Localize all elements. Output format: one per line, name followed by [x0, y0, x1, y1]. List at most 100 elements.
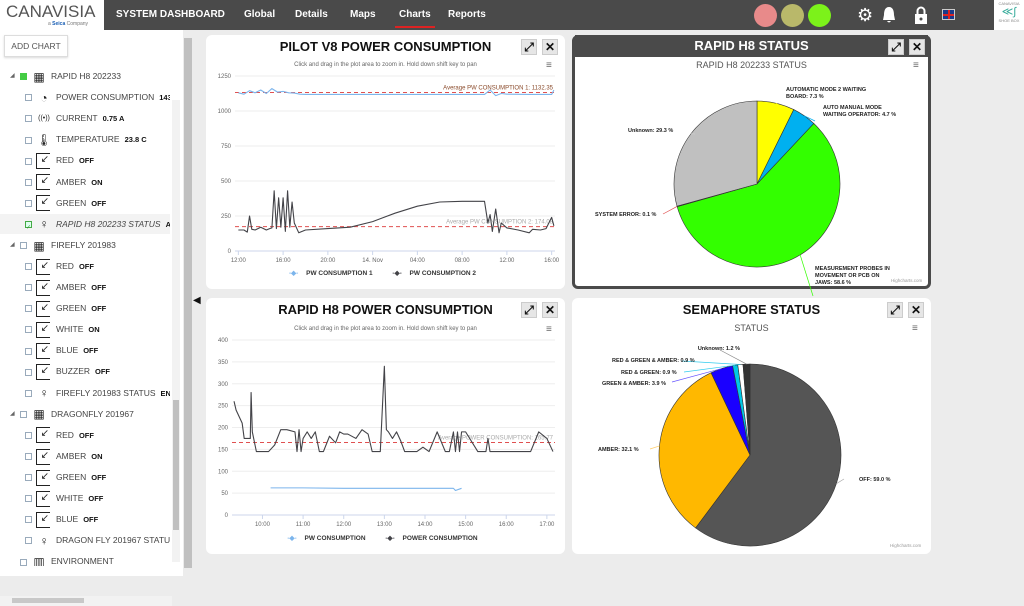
tree-checkbox[interactable]	[25, 516, 32, 523]
tree-item-label: DRAGONFLY 201967	[51, 409, 134, 419]
legend-item-pw[interactable]: -◆- PW CONSUMPTION	[287, 535, 371, 542]
tree-item-label: FIREFLY 201983 STATUS	[56, 388, 156, 398]
tree-checkbox[interactable]	[25, 537, 32, 544]
pie-connector	[663, 206, 677, 214]
tree-item-label: RED	[56, 155, 74, 165]
tree-checkbox[interactable]	[25, 179, 32, 186]
tree-item[interactable]: 🌡TEMPERATURE23.8 C	[25, 129, 147, 149]
tree-horizontal-scrollbar[interactable]	[0, 596, 172, 606]
tree-checkbox[interactable]	[25, 495, 32, 502]
sidebar-scrollbar[interactable]	[183, 30, 193, 576]
tree-scrollbar-thumb[interactable]	[173, 400, 179, 530]
tree-checkbox[interactable]	[25, 137, 32, 144]
tree-checkbox[interactable]	[25, 474, 32, 481]
semaphore-pie[interactable]: OFF: 59.0 %AMBER: 32.1 %GREEN & AMBER: 3…	[572, 298, 931, 554]
legend-item-pw2[interactable]: -◆- PW CONSUMPTION 2	[392, 270, 482, 277]
tree-item[interactable]: ◢▦FIREFLY 201983	[20, 235, 116, 255]
rapid-status-pie[interactable]: AUTOMATIC MODE 2 WAITINGBOARD: 7.3 %AUTO…	[575, 38, 928, 286]
tree-item[interactable]: ↙GREENOFF	[25, 193, 106, 213]
tree-item-value: OFF	[91, 304, 106, 313]
tree-checkbox[interactable]	[25, 348, 32, 355]
tree-item[interactable]: ↙REDOFF	[25, 425, 94, 445]
tree-checkbox[interactable]	[25, 94, 32, 101]
nav-maps[interactable]: Maps	[350, 0, 376, 30]
nav-system-dashboard[interactable]: SYSTEM DASHBOARD	[116, 0, 225, 30]
tree-item[interactable]: ↙REDOFF	[25, 150, 94, 170]
sidebar-scrollbar-thumb[interactable]	[184, 38, 192, 568]
nav-charts[interactable]: Charts	[399, 0, 431, 30]
tree-checkbox[interactable]	[20, 411, 27, 418]
tree-item[interactable]: ↙BLUEOFF	[25, 340, 98, 360]
tree-item[interactable]: ((•))CURRENT0.75 A	[25, 108, 124, 128]
series-line-pw-consumption[interactable]	[271, 488, 462, 491]
y-tick-label: 1250	[218, 74, 232, 80]
tree-item-label: WHITE	[56, 324, 83, 334]
pie-data-label: OFF: 59.0 %	[859, 477, 891, 483]
tree-checkbox[interactable]	[20, 73, 27, 80]
legend-item-power[interactable]: -◆- POWER CONSUMPTION	[385, 535, 483, 542]
tree-item[interactable]: ↙AMBERON	[25, 172, 102, 192]
tree-checkbox[interactable]	[25, 158, 32, 165]
tree-checkbox[interactable]	[25, 432, 32, 439]
bell-icon[interactable]	[880, 5, 898, 29]
tree-item[interactable]: ✓♀RAPID H8 202233 STATUSA	[0, 214, 170, 234]
tree-checkbox[interactable]	[20, 559, 27, 566]
shoebox-mark-icon: ≪∫	[994, 6, 1024, 18]
add-chart-button[interactable]: ADD CHART	[4, 35, 68, 57]
tree-item[interactable]: ↙WHITEOFF	[25, 488, 103, 508]
tree-horizontal-scrollbar-thumb[interactable]	[12, 598, 84, 603]
tree-item[interactable]: ↙GREENOFF	[25, 467, 106, 487]
tree-checkbox[interactable]	[25, 284, 32, 291]
rapid-line-chart[interactable]: 05010015020025030035040010:0011:0012:001…	[206, 298, 565, 554]
tree-item[interactable]: ↙AMBEROFF	[25, 277, 106, 297]
switch-icon: ↙	[36, 301, 50, 317]
tree-item[interactable]: ▥ENVIRONMENT	[20, 551, 114, 566]
highcharts-credits[interactable]: Highcharts.com	[890, 543, 921, 548]
x-tick-label: 14. Nov	[362, 258, 383, 264]
gear-icon[interactable]: ⚙	[857, 5, 873, 25]
tree-checkbox[interactable]: ✓	[25, 221, 32, 228]
tree-checkbox[interactable]	[25, 369, 32, 376]
expand-arrow-icon[interactable]: ◢	[10, 404, 15, 424]
tree-checkbox[interactable]	[25, 326, 32, 333]
pilot-line-chart[interactable]: 02505007501000125012:0016:0020:0014. Nov…	[206, 35, 565, 289]
tree-checkbox[interactable]	[20, 242, 27, 249]
tree-item[interactable]: ◔POWER CONSUMPTION143	[25, 87, 170, 107]
tree-item[interactable]: ♀FIREFLY 201983 STATUSEN	[25, 383, 170, 403]
legend-item-pw1[interactable]: -◆- PW CONSUMPTION 1	[289, 270, 379, 277]
tree-item-label: GREEN	[56, 198, 86, 208]
tree-checkbox[interactable]	[25, 115, 32, 122]
tree-item[interactable]: ♀DRAGON FLY 201967 STATUS	[25, 530, 170, 550]
tree-item[interactable]: ↙BLUEOFF	[25, 509, 98, 529]
nav-reports[interactable]: Reports	[448, 0, 486, 30]
uk-flag-icon[interactable]	[942, 9, 955, 20]
tree-item[interactable]: ◢▦DRAGONFLY 201967	[20, 404, 134, 424]
tree-item[interactable]: ↙BUZZEROFF	[25, 361, 110, 381]
x-tick-label: 08:00	[455, 258, 471, 264]
nav-global[interactable]: Global	[244, 0, 275, 30]
top-bar: CANAVISIA a Seica Company SYSTEM DASHBOA…	[0, 0, 1024, 30]
tree-checkbox[interactable]	[25, 200, 32, 207]
expand-arrow-icon[interactable]: ◢	[10, 235, 15, 255]
tree-scrollbar[interactable]	[172, 100, 180, 562]
tree-checkbox[interactable]	[25, 390, 32, 397]
tree-item[interactable]: ◢▦RAPID H8 202233	[20, 66, 121, 86]
tree-checkbox[interactable]	[25, 453, 32, 460]
highcharts-credits[interactable]: Highcharts.com	[891, 278, 922, 283]
tree-checkbox[interactable]	[25, 263, 32, 270]
tree-item[interactable]: ↙GREENOFF	[25, 298, 106, 318]
nav-details[interactable]: Details	[295, 0, 328, 30]
tree-item[interactable]: ↙WHITEON	[25, 319, 100, 339]
tree-item[interactable]: ↙AMBERON	[25, 446, 102, 466]
switch-icon: ↙	[36, 449, 50, 465]
pie-connector	[650, 446, 659, 449]
collapse-sidebar-icon[interactable]: ◀	[193, 295, 201, 306]
canavisia-logo[interactable]: CANAVISIA a Seica Company	[0, 0, 104, 30]
tree-item-label: AMBER	[56, 451, 86, 461]
expand-arrow-icon[interactable]: ◢	[10, 66, 15, 86]
tree-item[interactable]: ↙REDOFF	[25, 256, 94, 276]
tree-checkbox[interactable]	[25, 305, 32, 312]
pie-data-label: RED & GREEN & AMBER: 0.9 %	[612, 358, 695, 364]
x-tick-label: 16:00	[544, 258, 560, 264]
lock-icon[interactable]	[913, 5, 929, 29]
